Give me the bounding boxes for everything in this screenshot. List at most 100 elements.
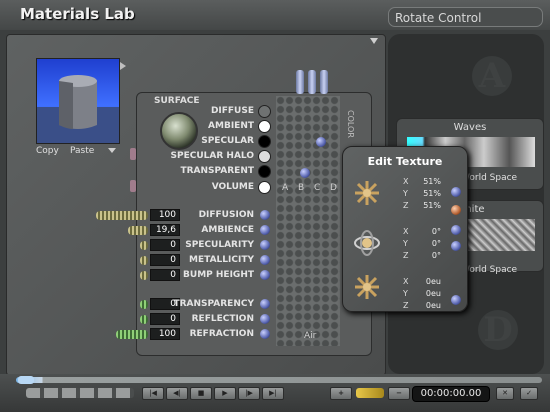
paste-dropdown-icon[interactable]	[108, 148, 116, 153]
surface-item-specular: SPECULAR	[201, 136, 254, 146]
white-space: World Space	[461, 265, 518, 275]
stop-button[interactable]: ■	[190, 387, 212, 400]
move-x-value[interactable]: 0eu	[411, 277, 441, 286]
property-row-refraction: 100 REFRACTION	[116, 328, 274, 342]
go-to-start-button[interactable]: |◀	[142, 387, 164, 400]
app-title: Materials Lab	[20, 5, 135, 23]
rotate-y-axis: Y	[403, 239, 408, 248]
edit-texture-panel: Edit Texture X 51% Y 51% Z 51% X 0° Y 0°…	[342, 146, 468, 312]
cylinder-preview	[37, 75, 119, 143]
play-button[interactable]: ▶	[214, 387, 236, 400]
channel-node-1[interactable]	[300, 168, 310, 178]
add-keyframe-button[interactable]: +	[330, 387, 352, 400]
surface-item-specular-halo: SPECULAR HALO	[170, 151, 254, 161]
channel-b[interactable]: B	[298, 183, 304, 193]
waves-title: Waves	[453, 122, 487, 133]
transparent-color-swatch[interactable]	[258, 165, 271, 178]
volume-color-swatch[interactable]	[258, 181, 271, 194]
scale-y-value[interactable]: 51%	[411, 189, 441, 198]
go-to-end-button[interactable]: ▶|	[262, 387, 284, 400]
surface-item-transparent: TRANSPARENT	[180, 166, 254, 176]
scale-reset-icon[interactable]	[451, 187, 461, 197]
rotate-control-field[interactable]: Rotate Control	[388, 7, 543, 27]
surface-header: SURFACE	[154, 96, 200, 106]
timeline-track[interactable]	[16, 377, 542, 383]
waves-space: World Space	[461, 173, 518, 183]
timeline-handle-icon[interactable]	[18, 376, 34, 384]
move-x-axis: X	[403, 277, 409, 286]
scale-gizmo-icon[interactable]	[353, 179, 381, 207]
property-row-specularity: 0 SPECULARITY	[96, 239, 274, 253]
key-icon[interactable]	[356, 388, 384, 398]
metallicity-knob-icon[interactable]	[260, 255, 270, 265]
paste-button[interactable]: Paste	[70, 146, 94, 156]
refraction-preset-air[interactable]: Air	[304, 331, 316, 341]
transparency-label: TRANSPARENCY	[173, 299, 254, 309]
transparency-knob-icon[interactable]	[260, 299, 270, 309]
property-row-metallicity: 0 METALLICITY	[96, 254, 274, 268]
move-gizmo-icon[interactable]	[353, 273, 381, 301]
scale-z-value[interactable]: 51%	[411, 201, 441, 210]
rotate-gizmo-icon[interactable]	[353, 229, 381, 257]
remove-keyframe-button[interactable]: −	[388, 387, 410, 400]
specular-color-swatch[interactable]	[258, 135, 271, 148]
ambience-knob-icon[interactable]	[260, 225, 270, 235]
surface-item-diffuse: DIFFUSE	[210, 106, 254, 116]
channel-grid[interactable]	[276, 96, 340, 346]
ambient-color-swatch[interactable]	[258, 120, 271, 133]
preview-expand-arrow-icon[interactable]	[120, 62, 126, 70]
channel-a[interactable]: A	[282, 183, 288, 193]
cancel-button[interactable]: ✕	[496, 387, 514, 400]
rotate-option-icon[interactable]	[451, 241, 461, 251]
timecode-display[interactable]: 00:00:00.00	[412, 386, 490, 402]
keyframe-track[interactable]	[26, 388, 134, 398]
specular-halo-color-swatch[interactable]	[258, 150, 271, 163]
refraction-label: REFRACTION	[189, 329, 254, 339]
refraction-knob-icon[interactable]	[260, 329, 270, 339]
scale-x-axis: X	[403, 177, 409, 186]
scale-z-axis: Z	[403, 201, 409, 210]
rotate-x-axis: X	[403, 227, 409, 236]
move-y-axis: Y	[403, 289, 408, 298]
surface-item-ambient: AMBIENT	[208, 121, 254, 131]
step-back-button[interactable]: ◀|	[166, 387, 188, 400]
move-z-axis: Z	[403, 301, 409, 310]
diffusion-knob-icon[interactable]	[260, 210, 270, 220]
left-connector-2	[130, 180, 136, 192]
diffuse-color-swatch[interactable]	[258, 105, 271, 118]
panel-menu-arrow-icon[interactable]	[370, 38, 378, 44]
lock-scale-icon[interactable]	[451, 205, 461, 215]
channel-d[interactable]: D	[330, 183, 337, 193]
property-row-diffusion: 100 DIFFUSION	[96, 209, 274, 223]
surface-item-volume: VOLUME	[211, 182, 254, 192]
property-row-bump-height: 0 BUMP HEIGHT	[96, 269, 274, 283]
reflection-label: REFLECTION	[191, 314, 254, 324]
diffusion-label: DIFFUSION	[198, 210, 254, 220]
rotate-x-value[interactable]: 0°	[411, 227, 441, 236]
property-row-transparency: 0 TRANSPARENCY	[116, 298, 274, 312]
move-z-value[interactable]: 0eu	[411, 301, 441, 310]
channel-node-2[interactable]	[316, 137, 326, 147]
rotate-y-value[interactable]: 0°	[411, 239, 441, 248]
copy-button[interactable]: Copy	[36, 146, 59, 156]
scale-x-value[interactable]: 51%	[411, 177, 441, 186]
channel-c[interactable]: C	[314, 183, 320, 193]
ambience-label: AMBIENCE	[201, 225, 254, 235]
material-preview[interactable]	[36, 58, 120, 144]
reflection-knob-icon[interactable]	[260, 314, 270, 324]
property-row-ambience: 19,6 AMBIENCE	[96, 224, 274, 238]
diffusion-slider[interactable]	[96, 211, 148, 220]
rotate-reset-icon[interactable]	[451, 225, 461, 235]
step-forward-button[interactable]: |▶	[238, 387, 260, 400]
specularity-label: SPECULARITY	[185, 240, 254, 250]
specularity-knob-icon[interactable]	[260, 240, 270, 250]
white-thumbnail	[467, 219, 535, 251]
metallicity-label: METALLICITY	[189, 255, 254, 265]
move-reset-icon[interactable]	[451, 295, 461, 305]
bump-height-knob-icon[interactable]	[260, 270, 270, 280]
confirm-button[interactable]: ✓	[520, 387, 538, 400]
panel-letter-a: A	[472, 56, 512, 96]
scale-y-axis: Y	[403, 189, 408, 198]
rotate-z-value[interactable]: 0°	[411, 251, 441, 260]
move-y-value[interactable]: 0eu	[411, 289, 441, 298]
